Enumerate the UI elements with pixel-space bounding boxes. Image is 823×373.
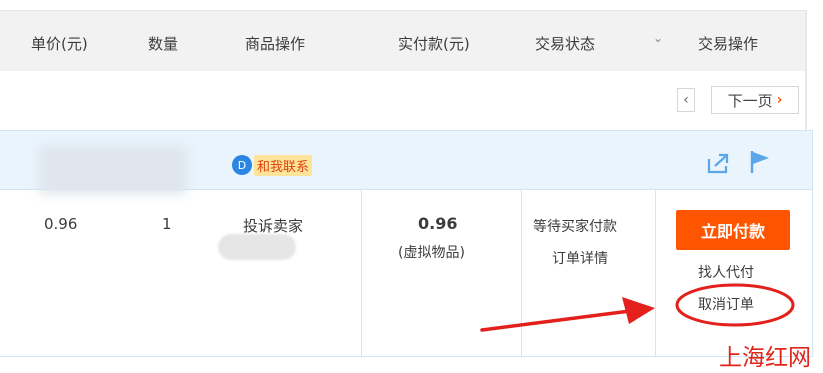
contact-bubble-icon: D — [232, 155, 252, 175]
column-divider — [361, 189, 362, 356]
row-unit-price: 0.96 — [44, 215, 78, 233]
pay-now-button[interactable]: 立即付款 — [676, 210, 790, 250]
status-filter-caret-icon[interactable]: ⌄ — [653, 31, 663, 45]
proxy-pay-link[interactable]: 找人代付 — [698, 262, 754, 282]
next-page-button[interactable]: 下一页 › — [711, 86, 799, 114]
complain-seller-link[interactable]: 投诉卖家 — [243, 215, 303, 236]
flag-icon[interactable] — [749, 149, 773, 175]
share-icon[interactable] — [706, 151, 732, 175]
cancel-order-link[interactable]: 取消订单 — [698, 294, 754, 314]
site-watermark: 上海红网 — [719, 345, 811, 371]
prev-arrow-icon: ‹ — [683, 92, 689, 108]
contact-seller-label: 和我联系 — [254, 154, 313, 176]
redacted-shop-info — [38, 145, 188, 195]
blurred-tag — [218, 234, 296, 260]
order-table-header: 单价(元) 数量 商品操作 实付款(元) 交易状态 ⌄ 交易操作 — [0, 10, 807, 71]
row-amount: 0.96 — [418, 214, 458, 233]
col-item-actions: 商品操作 — [245, 35, 306, 53]
table-right-border — [805, 10, 807, 130]
col-amount-paid: 实付款(元) — [398, 35, 470, 53]
order-detail-link[interactable]: 订单详情 — [552, 248, 608, 268]
row-amount-note: (虚拟物品) — [398, 245, 465, 261]
column-divider — [655, 189, 656, 356]
col-trade-status: 交易状态 — [535, 35, 596, 53]
contact-seller-link[interactable]: D 和我联系 — [232, 154, 313, 176]
order-card-header: D 和我联系 — [0, 131, 812, 195]
next-arrow-icon: › — [776, 92, 783, 108]
next-page-label: 下一页 — [727, 91, 773, 110]
row-status: 等待买家付款 — [533, 219, 617, 235]
column-divider — [521, 189, 522, 356]
prev-page-button[interactable]: ‹ — [677, 88, 695, 112]
col-quantity: 数量 — [148, 35, 179, 53]
col-unit-price: 单价(元) — [31, 35, 88, 53]
row-quantity: 1 — [162, 215, 172, 233]
col-trade-actions: 交易操作 — [698, 35, 759, 53]
